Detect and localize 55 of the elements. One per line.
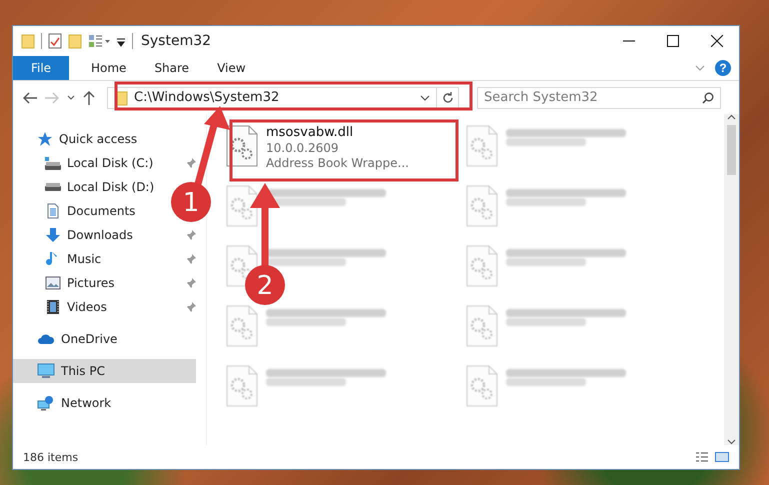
back-button[interactable] [23,92,37,104]
ribbon-tab[interactable]: Share [140,56,204,80]
document-icon [45,203,61,219]
download-arrow-icon [45,227,61,243]
scrollbar[interactable] [724,114,739,445]
sidebar-item[interactable]: OneDrive [13,327,124,351]
properties-icon [48,33,62,49]
star-icon [37,131,53,147]
large-icons-view-button[interactable] [715,451,729,463]
file-detail: 10.0.0.2609 [266,141,340,155]
item-count: 186 items [23,450,78,464]
monitor-icon [37,363,55,379]
sidebar-item[interactable]: Local Disk (C:) [13,151,160,175]
sidebar-item[interactable]: Videos [13,295,113,319]
sidebar-item[interactable]: Quick access [13,127,144,151]
film-icon [45,299,61,315]
file-tab[interactable]: File [13,56,69,80]
sidebar-item[interactable]: Downloads [13,223,139,247]
step-badge: 2 [245,265,285,305]
file-detail: Address Book Wrappe... [266,156,409,170]
up-button[interactable] [83,90,95,104]
new-folder-icon [68,33,82,49]
dropdown-caret-icon [420,94,430,102]
maximize-icon [667,35,679,47]
close-icon [711,35,723,47]
address-bar[interactable]: C:\Windows\System32 [107,86,459,108]
minimize-icon [623,40,635,42]
recent-locations-button[interactable] [67,94,75,100]
window-title: System32 [141,33,212,49]
scroll-down-button[interactable] [727,438,736,445]
ribbon-tab[interactable]: View [203,56,260,80]
sidebar-item[interactable]: Music [13,247,108,271]
search-field[interactable]: Search System32 [477,86,721,108]
file-name: msosvabw.dll [266,125,354,140]
step-badge: 1 [171,182,211,222]
folder-icon [21,33,35,49]
help-button[interactable]: ? [715,60,731,76]
sidebar-item[interactable]: Documents [13,199,142,223]
drive-icon [45,156,61,170]
sidebar-item[interactable]: This PC [13,359,196,383]
address-path: C:\Windows\System32 [134,90,280,105]
sidebar-item[interactable]: Pictures [13,271,121,295]
network-icon [37,395,55,411]
sidebar-item[interactable]: Network [13,391,118,415]
details-view-button[interactable] [695,451,709,463]
file-tile[interactable]: msosvabw.dll 10.0.0.2609 Address Book Wrappe... [223,122,463,182]
sidebar-item[interactable]: Local Disk (D:) [13,175,160,199]
layout-icon [88,33,110,49]
expand-ribbon-icon [695,64,705,72]
scroll-up-button[interactable] [727,114,736,121]
refresh-icon [442,92,454,104]
scroll-thumb[interactable] [727,125,736,175]
drive-icon [45,183,61,191]
picture-icon [45,275,61,291]
ribbon-tab[interactable]: Home [77,56,140,80]
